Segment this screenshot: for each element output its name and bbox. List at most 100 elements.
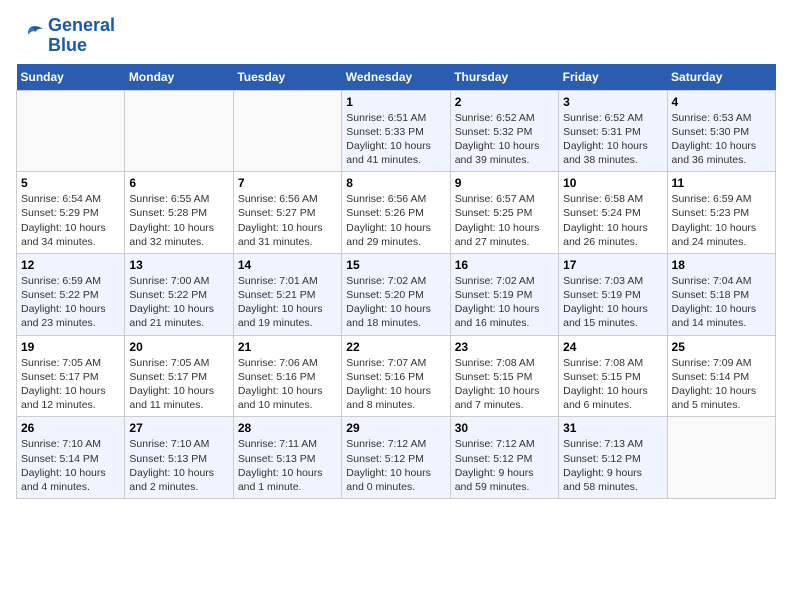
day-number: 22 bbox=[346, 340, 445, 354]
day-cell: 1 Sunrise: 6:51 AM Sunset: 5:33 PM Daylig… bbox=[342, 90, 450, 172]
day-info: Sunrise: 7:11 AM Sunset: 5:13 PM Dayligh… bbox=[238, 437, 337, 494]
col-header-friday: Friday bbox=[559, 64, 667, 91]
week-row-1: 1 Sunrise: 6:51 AM Sunset: 5:33 PM Daylig… bbox=[17, 90, 776, 172]
col-header-saturday: Saturday bbox=[667, 64, 775, 91]
day-number: 28 bbox=[238, 421, 337, 435]
day-cell: 5 Sunrise: 6:54 AM Sunset: 5:29 PM Daylig… bbox=[17, 172, 125, 254]
day-cell: 15 Sunrise: 7:02 AM Sunset: 5:20 PM Dayli… bbox=[342, 253, 450, 335]
day-info: Sunrise: 6:54 AM Sunset: 5:29 PM Dayligh… bbox=[21, 192, 120, 249]
calendar-table: SundayMondayTuesdayWednesdayThursdayFrid… bbox=[16, 64, 776, 499]
day-number: 18 bbox=[672, 258, 771, 272]
day-info: Sunrise: 7:09 AM Sunset: 5:14 PM Dayligh… bbox=[672, 356, 771, 413]
week-row-4: 19 Sunrise: 7:05 AM Sunset: 5:17 PM Dayli… bbox=[17, 335, 776, 417]
day-info: Sunrise: 7:02 AM Sunset: 5:19 PM Dayligh… bbox=[455, 274, 554, 331]
day-info: Sunrise: 6:52 AM Sunset: 5:31 PM Dayligh… bbox=[563, 111, 662, 168]
day-cell: 22 Sunrise: 7:07 AM Sunset: 5:16 PM Dayli… bbox=[342, 335, 450, 417]
logo: General Blue bbox=[16, 16, 115, 56]
day-cell: 17 Sunrise: 7:03 AM Sunset: 5:19 PM Dayli… bbox=[559, 253, 667, 335]
day-info: Sunrise: 7:02 AM Sunset: 5:20 PM Dayligh… bbox=[346, 274, 445, 331]
day-cell: 3Sunrise: 6:52 AM Sunset: 5:31 PM Daylig… bbox=[559, 90, 667, 172]
day-cell: 16 Sunrise: 7:02 AM Sunset: 5:19 PM Dayli… bbox=[450, 253, 558, 335]
calendar-body: 1 Sunrise: 6:51 AM Sunset: 5:33 PM Daylig… bbox=[17, 90, 776, 498]
day-info: Sunrise: 7:04 AM Sunset: 5:18 PM Dayligh… bbox=[672, 274, 771, 331]
logo-icon bbox=[16, 22, 44, 50]
day-number: 20 bbox=[129, 340, 228, 354]
day-cell: 9Sunrise: 6:57 AM Sunset: 5:25 PM Daylig… bbox=[450, 172, 558, 254]
day-cell: 24 Sunrise: 7:08 AM Sunset: 5:15 PM Dayli… bbox=[559, 335, 667, 417]
header-row: SundayMondayTuesdayWednesdayThursdayFrid… bbox=[17, 64, 776, 91]
day-number: 26 bbox=[21, 421, 120, 435]
day-cell: 18 Sunrise: 7:04 AM Sunset: 5:18 PM Dayli… bbox=[667, 253, 775, 335]
col-header-tuesday: Tuesday bbox=[233, 64, 341, 91]
day-number: 24 bbox=[563, 340, 662, 354]
day-info: Sunrise: 7:05 AM Sunset: 5:17 PM Dayligh… bbox=[129, 356, 228, 413]
day-info: Sunrise: 7:10 AM Sunset: 5:14 PM Dayligh… bbox=[21, 437, 120, 494]
day-info: Sunrise: 6:56 AM Sunset: 5:26 PM Dayligh… bbox=[346, 192, 445, 249]
day-number: 19 bbox=[21, 340, 120, 354]
day-number: 25 bbox=[672, 340, 771, 354]
day-number: 6 bbox=[129, 176, 228, 190]
day-cell: 23Sunrise: 7:08 AM Sunset: 5:15 PM Dayli… bbox=[450, 335, 558, 417]
day-info: Sunrise: 7:03 AM Sunset: 5:19 PM Dayligh… bbox=[563, 274, 662, 331]
day-info: Sunrise: 6:59 AM Sunset: 5:22 PM Dayligh… bbox=[21, 274, 120, 331]
calendar-header: SundayMondayTuesdayWednesdayThursdayFrid… bbox=[17, 64, 776, 91]
day-info: Sunrise: 7:08 AM Sunset: 5:15 PM Dayligh… bbox=[455, 356, 554, 413]
day-cell: 11 Sunrise: 6:59 AM Sunset: 5:23 PM Dayli… bbox=[667, 172, 775, 254]
day-number: 30 bbox=[455, 421, 554, 435]
day-number: 2 bbox=[455, 95, 554, 109]
day-info: Sunrise: 7:07 AM Sunset: 5:16 PM Dayligh… bbox=[346, 356, 445, 413]
day-number: 16 bbox=[455, 258, 554, 272]
col-header-sunday: Sunday bbox=[17, 64, 125, 91]
day-cell: 31 Sunrise: 7:13 AM Sunset: 5:12 PM Dayli… bbox=[559, 417, 667, 499]
day-cell bbox=[667, 417, 775, 499]
day-cell: 6 Sunrise: 6:55 AM Sunset: 5:28 PM Daylig… bbox=[125, 172, 233, 254]
day-number: 7 bbox=[238, 176, 337, 190]
day-cell: 26 Sunrise: 7:10 AM Sunset: 5:14 PM Dayli… bbox=[17, 417, 125, 499]
day-cell: 25 Sunrise: 7:09 AM Sunset: 5:14 PM Dayli… bbox=[667, 335, 775, 417]
day-number: 27 bbox=[129, 421, 228, 435]
week-row-3: 12 Sunrise: 6:59 AM Sunset: 5:22 PM Dayli… bbox=[17, 253, 776, 335]
day-number: 5 bbox=[21, 176, 120, 190]
day-number: 29 bbox=[346, 421, 445, 435]
day-info: Sunrise: 6:51 AM Sunset: 5:33 PM Dayligh… bbox=[346, 111, 445, 168]
day-info: Sunrise: 6:56 AM Sunset: 5:27 PM Dayligh… bbox=[238, 192, 337, 249]
day-cell bbox=[125, 90, 233, 172]
day-number: 31 bbox=[563, 421, 662, 435]
logo-text-general: General bbox=[48, 16, 115, 36]
day-info: Sunrise: 7:13 AM Sunset: 5:12 PM Dayligh… bbox=[563, 437, 662, 494]
day-info: Sunrise: 7:06 AM Sunset: 5:16 PM Dayligh… bbox=[238, 356, 337, 413]
day-number: 13 bbox=[129, 258, 228, 272]
day-cell: 13 Sunrise: 7:00 AM Sunset: 5:22 PM Dayli… bbox=[125, 253, 233, 335]
day-cell: 7 Sunrise: 6:56 AM Sunset: 5:27 PM Daylig… bbox=[233, 172, 341, 254]
day-cell bbox=[233, 90, 341, 172]
day-cell bbox=[17, 90, 125, 172]
day-cell: 14Sunrise: 7:01 AM Sunset: 5:21 PM Dayli… bbox=[233, 253, 341, 335]
day-number: 15 bbox=[346, 258, 445, 272]
page-header: General Blue bbox=[16, 16, 776, 56]
day-cell: 20 Sunrise: 7:05 AM Sunset: 5:17 PM Dayli… bbox=[125, 335, 233, 417]
day-number: 1 bbox=[346, 95, 445, 109]
day-cell: 30Sunrise: 7:12 AM Sunset: 5:12 PM Dayli… bbox=[450, 417, 558, 499]
day-info: Sunrise: 7:08 AM Sunset: 5:15 PM Dayligh… bbox=[563, 356, 662, 413]
day-number: 11 bbox=[672, 176, 771, 190]
col-header-wednesday: Wednesday bbox=[342, 64, 450, 91]
day-cell: 21Sunrise: 7:06 AM Sunset: 5:16 PM Dayli… bbox=[233, 335, 341, 417]
day-info: Sunrise: 6:52 AM Sunset: 5:32 PM Dayligh… bbox=[455, 111, 554, 168]
day-info: Sunrise: 6:55 AM Sunset: 5:28 PM Dayligh… bbox=[129, 192, 228, 249]
day-cell: 10Sunrise: 6:58 AM Sunset: 5:24 PM Dayli… bbox=[559, 172, 667, 254]
day-info: Sunrise: 6:59 AM Sunset: 5:23 PM Dayligh… bbox=[672, 192, 771, 249]
day-number: 17 bbox=[563, 258, 662, 272]
day-number: 8 bbox=[346, 176, 445, 190]
day-info: Sunrise: 6:57 AM Sunset: 5:25 PM Dayligh… bbox=[455, 192, 554, 249]
day-cell: 27 Sunrise: 7:10 AM Sunset: 5:13 PM Dayli… bbox=[125, 417, 233, 499]
day-info: Sunrise: 7:10 AM Sunset: 5:13 PM Dayligh… bbox=[129, 437, 228, 494]
week-row-5: 26 Sunrise: 7:10 AM Sunset: 5:14 PM Dayli… bbox=[17, 417, 776, 499]
day-number: 4 bbox=[672, 95, 771, 109]
day-cell: 28 Sunrise: 7:11 AM Sunset: 5:13 PM Dayli… bbox=[233, 417, 341, 499]
day-cell: 12 Sunrise: 6:59 AM Sunset: 5:22 PM Dayli… bbox=[17, 253, 125, 335]
week-row-2: 5 Sunrise: 6:54 AM Sunset: 5:29 PM Daylig… bbox=[17, 172, 776, 254]
day-number: 12 bbox=[21, 258, 120, 272]
day-cell: 29Sunrise: 7:12 AM Sunset: 5:12 PM Dayli… bbox=[342, 417, 450, 499]
day-cell: 2 Sunrise: 6:52 AM Sunset: 5:32 PM Daylig… bbox=[450, 90, 558, 172]
day-info: Sunrise: 7:00 AM Sunset: 5:22 PM Dayligh… bbox=[129, 274, 228, 331]
